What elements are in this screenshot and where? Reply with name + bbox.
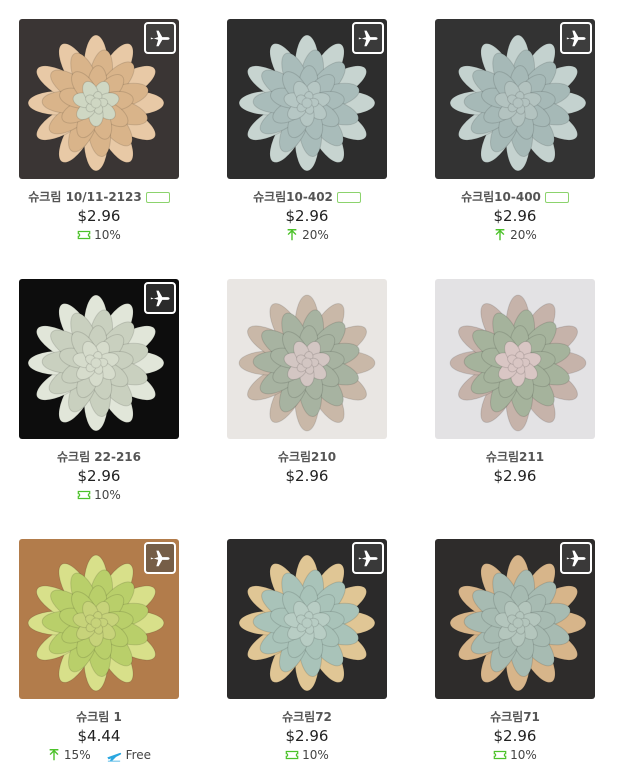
airplane-shipping-icon[interactable] [144, 22, 176, 54]
product-price: $2.96 [285, 207, 329, 225]
product-image[interactable] [19, 279, 179, 439]
perk-text: 20% [302, 228, 329, 242]
product-name-row[interactable]: 슈크림10-402 [227, 189, 387, 205]
product-perks: 10% [19, 227, 179, 243]
product-name: 슈크림71 [490, 710, 540, 724]
airplane-shipping-icon[interactable] [560, 22, 592, 54]
product-name-row[interactable]: 슈크림211 [435, 449, 595, 465]
product-image[interactable] [19, 539, 179, 699]
product-image[interactable] [227, 19, 387, 179]
product-perks: 20% [435, 227, 595, 243]
product-price: $2.96 [285, 467, 329, 485]
product-perks: 10% [19, 487, 179, 503]
product-perks: 10% [227, 747, 387, 763]
product-price: $2.96 [493, 727, 537, 745]
product-name-row[interactable]: 슈크림 22-216 [19, 449, 179, 465]
perk-text: 10% [510, 748, 537, 762]
airplane-shipping-icon[interactable] [144, 542, 176, 574]
product-name: 슈크림 1 [76, 710, 122, 724]
arrow-up-icon [493, 228, 507, 242]
product-name-row[interactable]: 슈크림 10/11-2123 [19, 189, 179, 205]
airplane-shipping-icon[interactable] [352, 542, 384, 574]
badge-tag-icon [336, 191, 361, 203]
airplane-shipping-icon[interactable] [352, 22, 384, 54]
product-name: 슈크림10-402 [253, 190, 333, 204]
airplane-shipping-icon[interactable] [560, 542, 592, 574]
perk-text: 20% [510, 228, 537, 242]
product-name-row[interactable]: 슈크림72 [227, 709, 387, 725]
plane-shipping-icon [105, 748, 123, 762]
product-card[interactable]: 슈크림 1 $4.44 15% Free [19, 539, 179, 763]
product-image[interactable] [435, 279, 595, 439]
product-image[interactable] [19, 19, 179, 179]
succulent-photo [227, 279, 387, 439]
product-price: $4.44 [77, 727, 121, 745]
product-image[interactable] [227, 539, 387, 699]
perk-text: 10% [94, 488, 121, 502]
coupon-icon [285, 748, 299, 762]
product-name: 슈크림10-400 [461, 190, 541, 204]
product-image[interactable] [435, 539, 595, 699]
product-card[interactable]: 슈크림71 $2.96 10% [435, 539, 595, 763]
product-name: 슈크림211 [485, 450, 545, 464]
badge-tag-icon [544, 191, 569, 203]
product-name-row[interactable]: 슈크림210 [227, 449, 387, 465]
product-perks: 20% [227, 227, 387, 243]
arrow-up-icon [47, 748, 61, 762]
product-price: $2.96 [285, 727, 329, 745]
perk-text: 15% [63, 748, 91, 762]
product-price: $2.96 [493, 207, 537, 225]
product-card[interactable]: 슈크림211 $2.96 [435, 279, 595, 485]
product-card[interactable]: 슈크림72 $2.96 10% [227, 539, 387, 763]
coupon-icon [77, 228, 91, 242]
coupon-icon [493, 748, 507, 762]
perk-text: 10% [94, 228, 121, 242]
succulent-photo [435, 279, 595, 439]
arrow-up-icon [285, 228, 299, 242]
product-price: $2.96 [77, 207, 121, 225]
airplane-shipping-icon[interactable] [144, 282, 176, 314]
product-image[interactable] [227, 279, 387, 439]
product-price: $2.96 [77, 467, 121, 485]
product-perks: 10% [435, 747, 595, 763]
product-card[interactable]: 슈크림 10/11-2123 $2.96 10% [19, 19, 179, 243]
product-price: $2.96 [493, 467, 537, 485]
product-name-row[interactable]: 슈크림10-400 [435, 189, 595, 205]
product-card[interactable]: 슈크림10-402 $2.96 20% [227, 19, 387, 243]
coupon-icon [77, 488, 91, 502]
perk-text: Free [125, 748, 152, 762]
product-name: 슈크림210 [277, 450, 337, 464]
badge-tag-icon [145, 191, 170, 203]
product-name: 슈크림 10/11-2123 [28, 190, 142, 204]
product-card[interactable]: 슈크림 22-216 $2.96 10% [19, 279, 179, 503]
product-name: 슈크림 22-216 [56, 450, 142, 464]
product-name: 슈크림72 [282, 710, 332, 724]
product-image[interactable] [435, 19, 595, 179]
product-card[interactable]: 슈크림10-400 $2.96 20% [435, 19, 595, 243]
product-perks: 15% Free [19, 747, 179, 763]
product-name-row[interactable]: 슈크림71 [435, 709, 595, 725]
product-name-row[interactable]: 슈크림 1 [19, 709, 179, 725]
product-card[interactable]: 슈크림210 $2.96 [227, 279, 387, 485]
perk-text: 10% [302, 748, 329, 762]
